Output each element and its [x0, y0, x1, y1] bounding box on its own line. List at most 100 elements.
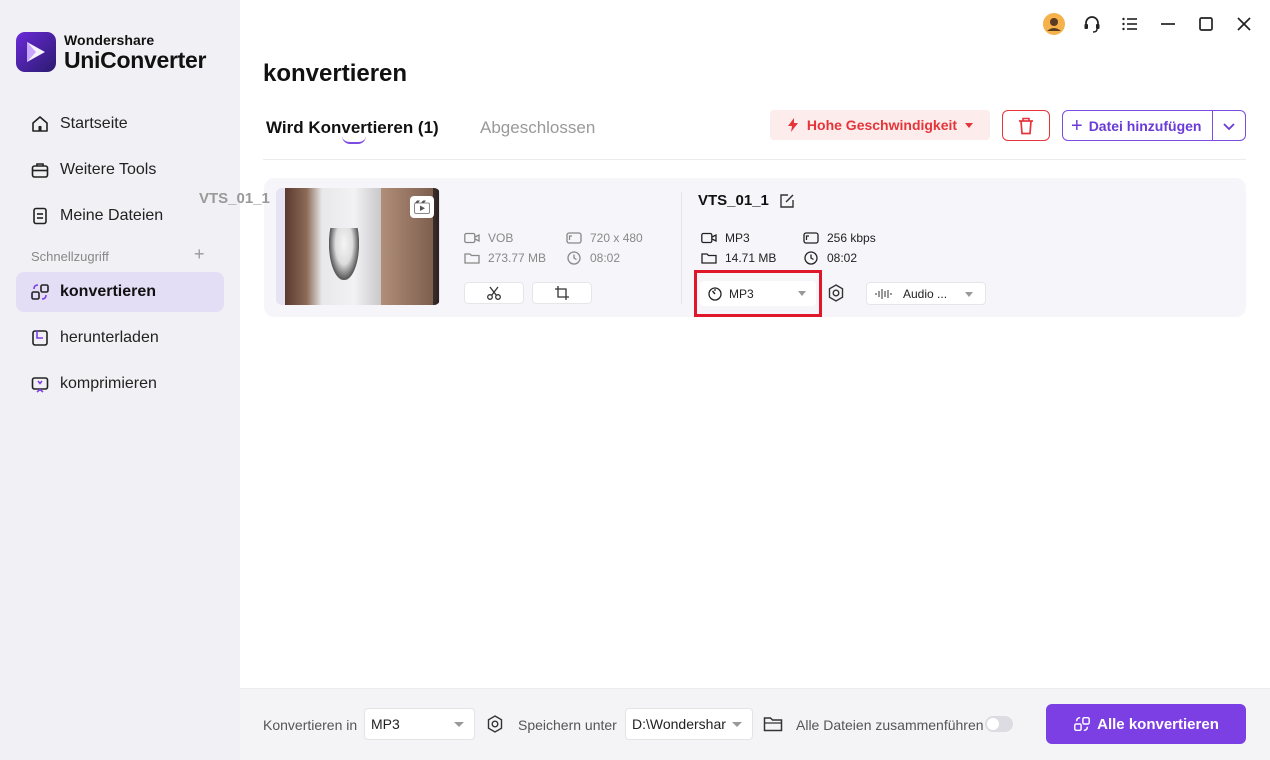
crop-button[interactable]: [532, 282, 592, 304]
trash-icon: [1018, 117, 1034, 135]
source-resolution-value: 720 x 480: [590, 231, 643, 245]
sidebar-item-label: konvertieren: [60, 283, 157, 300]
compress-icon: [30, 374, 50, 394]
thumbnail-figure: [329, 228, 359, 280]
lightning-icon: [787, 118, 799, 132]
sidebar-item-komprimieren[interactable]: komprimieren: [16, 364, 224, 404]
output-format: MP3: [701, 231, 750, 245]
folder-icon: [464, 251, 480, 265]
active-tab-indicator: [342, 136, 366, 144]
tab-converting[interactable]: Wird Konvertieren (1): [266, 118, 439, 138]
toggle-knob: [987, 718, 999, 730]
source-size-value: 273.77 MB: [488, 251, 547, 265]
resolution-icon: [803, 231, 819, 245]
convert-all-button[interactable]: Alle konvertieren: [1046, 704, 1246, 744]
add-file-label: Datei hinzufügen: [1088, 117, 1202, 134]
header-divider: [263, 159, 1246, 160]
maximize-icon[interactable]: [1194, 12, 1218, 36]
minimize-icon[interactable]: [1156, 12, 1180, 36]
audio-track-select-value: Audio ...: [903, 286, 948, 301]
play-icon[interactable]: [410, 196, 434, 218]
source-format-value: VOB: [488, 231, 514, 245]
save-path-value: D:\Wondershar: [632, 716, 726, 732]
add-file-main[interactable]: + Datei hinzufügen: [1063, 111, 1214, 140]
account-avatar[interactable]: [1042, 12, 1066, 36]
video-camera-icon: [701, 231, 717, 245]
sidebar-item-weitere-tools[interactable]: Weitere Tools: [16, 150, 224, 190]
add-quick-access-icon[interactable]: +: [194, 244, 205, 265]
output-duration: 08:02: [803, 251, 857, 265]
high-speed-button[interactable]: Hohe Geschwindigkeit: [770, 110, 990, 140]
close-icon[interactable]: [1232, 12, 1256, 36]
delete-button[interactable]: [1002, 110, 1050, 141]
quick-access-label: Schnellzugriff: [31, 249, 109, 264]
output-size: 14.71 MB: [701, 251, 776, 265]
source-size: 273.77 MB: [464, 251, 546, 265]
brand-name: Wondershare: [64, 31, 155, 48]
convert-icon: [30, 282, 50, 302]
sidebar-item-label: Weitere Tools: [60, 161, 157, 178]
sidebar-item-konvertieren[interactable]: konvertieren: [16, 272, 224, 312]
save-to-label: Speichern unter: [518, 717, 617, 733]
add-file-dropdown[interactable]: [1213, 111, 1245, 140]
sidebar-item-herunterladen[interactable]: herunterladen: [16, 318, 224, 358]
output-size-value: 14.71 MB: [725, 251, 777, 265]
source-duration: 08:02: [566, 251, 620, 265]
source-duration-value: 08:02: [590, 251, 621, 265]
output-duration-value: 08:02: [827, 251, 858, 265]
menu-icon[interactable]: [1118, 12, 1142, 36]
product-name: UniConverter: [64, 46, 207, 73]
window-controls: [1042, 12, 1256, 36]
add-file-button[interactable]: + Datei hinzufügen: [1062, 110, 1246, 141]
chevron-down-icon: [1222, 121, 1236, 131]
output-file-name-row: VTS_01_1: [698, 192, 795, 209]
video-camera-icon: [464, 231, 480, 245]
open-folder-icon[interactable]: [763, 716, 783, 737]
resolution-icon: [566, 231, 582, 245]
plus-icon: +: [1071, 114, 1083, 137]
chevron-down-icon: [965, 122, 974, 128]
convert-in-label: Konvertieren in: [263, 717, 358, 733]
output-bitrate: 256 kbps: [803, 231, 876, 245]
convert-in-value: MP3: [371, 716, 400, 732]
convert-all-label: Alle konvertieren: [1097, 715, 1219, 733]
tab-completed[interactable]: Abgeschlossen: [480, 118, 595, 138]
high-speed-label: Hohe Geschwindigkeit: [806, 117, 958, 133]
video-thumbnail[interactable]: [276, 188, 440, 305]
bottom-bar: Konvertieren in MP3 Speichern unter D:\W…: [240, 688, 1270, 760]
source-resolution: 720 x 480: [566, 231, 643, 245]
convert-settings-gear-icon[interactable]: [486, 715, 504, 738]
chevron-down-icon: [732, 722, 742, 727]
home-icon: [30, 114, 50, 134]
crop-icon: [554, 285, 570, 301]
format-select-highlight: [694, 270, 822, 317]
output-settings-gear-icon[interactable]: [827, 284, 845, 307]
source-format: VOB: [464, 231, 513, 245]
sidebar-item-label: Meine Dateien: [60, 207, 164, 224]
output-bitrate-value: 256 kbps: [827, 231, 876, 245]
clock-icon: [803, 251, 819, 265]
audio-track-select[interactable]: Audio ...: [866, 282, 986, 305]
uniconverter-logo-icon: [16, 32, 56, 72]
sidebar-item-label: Startseite: [60, 115, 128, 132]
folder-icon: [701, 251, 717, 265]
sidebar-item-startseite[interactable]: Startseite: [16, 104, 224, 144]
merge-files-label: Alle Dateien zusammenführen: [796, 717, 984, 733]
chevron-down-icon: [965, 292, 973, 297]
download-icon: [30, 328, 50, 348]
file-icon: [30, 206, 50, 226]
sidebar: Wondershare UniConverter Startseite Weit…: [0, 0, 240, 760]
scissors-icon: [486, 285, 502, 301]
audio-waveform-icon: [875, 288, 893, 300]
sidebar-item-label: herunterladen: [60, 329, 159, 346]
output-file-name: VTS_01_1: [698, 192, 769, 209]
edit-icon[interactable]: [779, 193, 795, 209]
merge-files-toggle[interactable]: [985, 716, 1013, 732]
support-headset-icon[interactable]: [1080, 12, 1104, 36]
save-path-select[interactable]: D:\Wondershar: [625, 708, 753, 740]
card-separator: [681, 192, 682, 304]
chevron-down-icon: [454, 722, 464, 727]
convert-in-select[interactable]: MP3: [364, 708, 475, 740]
trim-button[interactable]: [464, 282, 524, 304]
sidebar-item-meine-dateien[interactable]: Meine Dateien: [16, 196, 224, 236]
